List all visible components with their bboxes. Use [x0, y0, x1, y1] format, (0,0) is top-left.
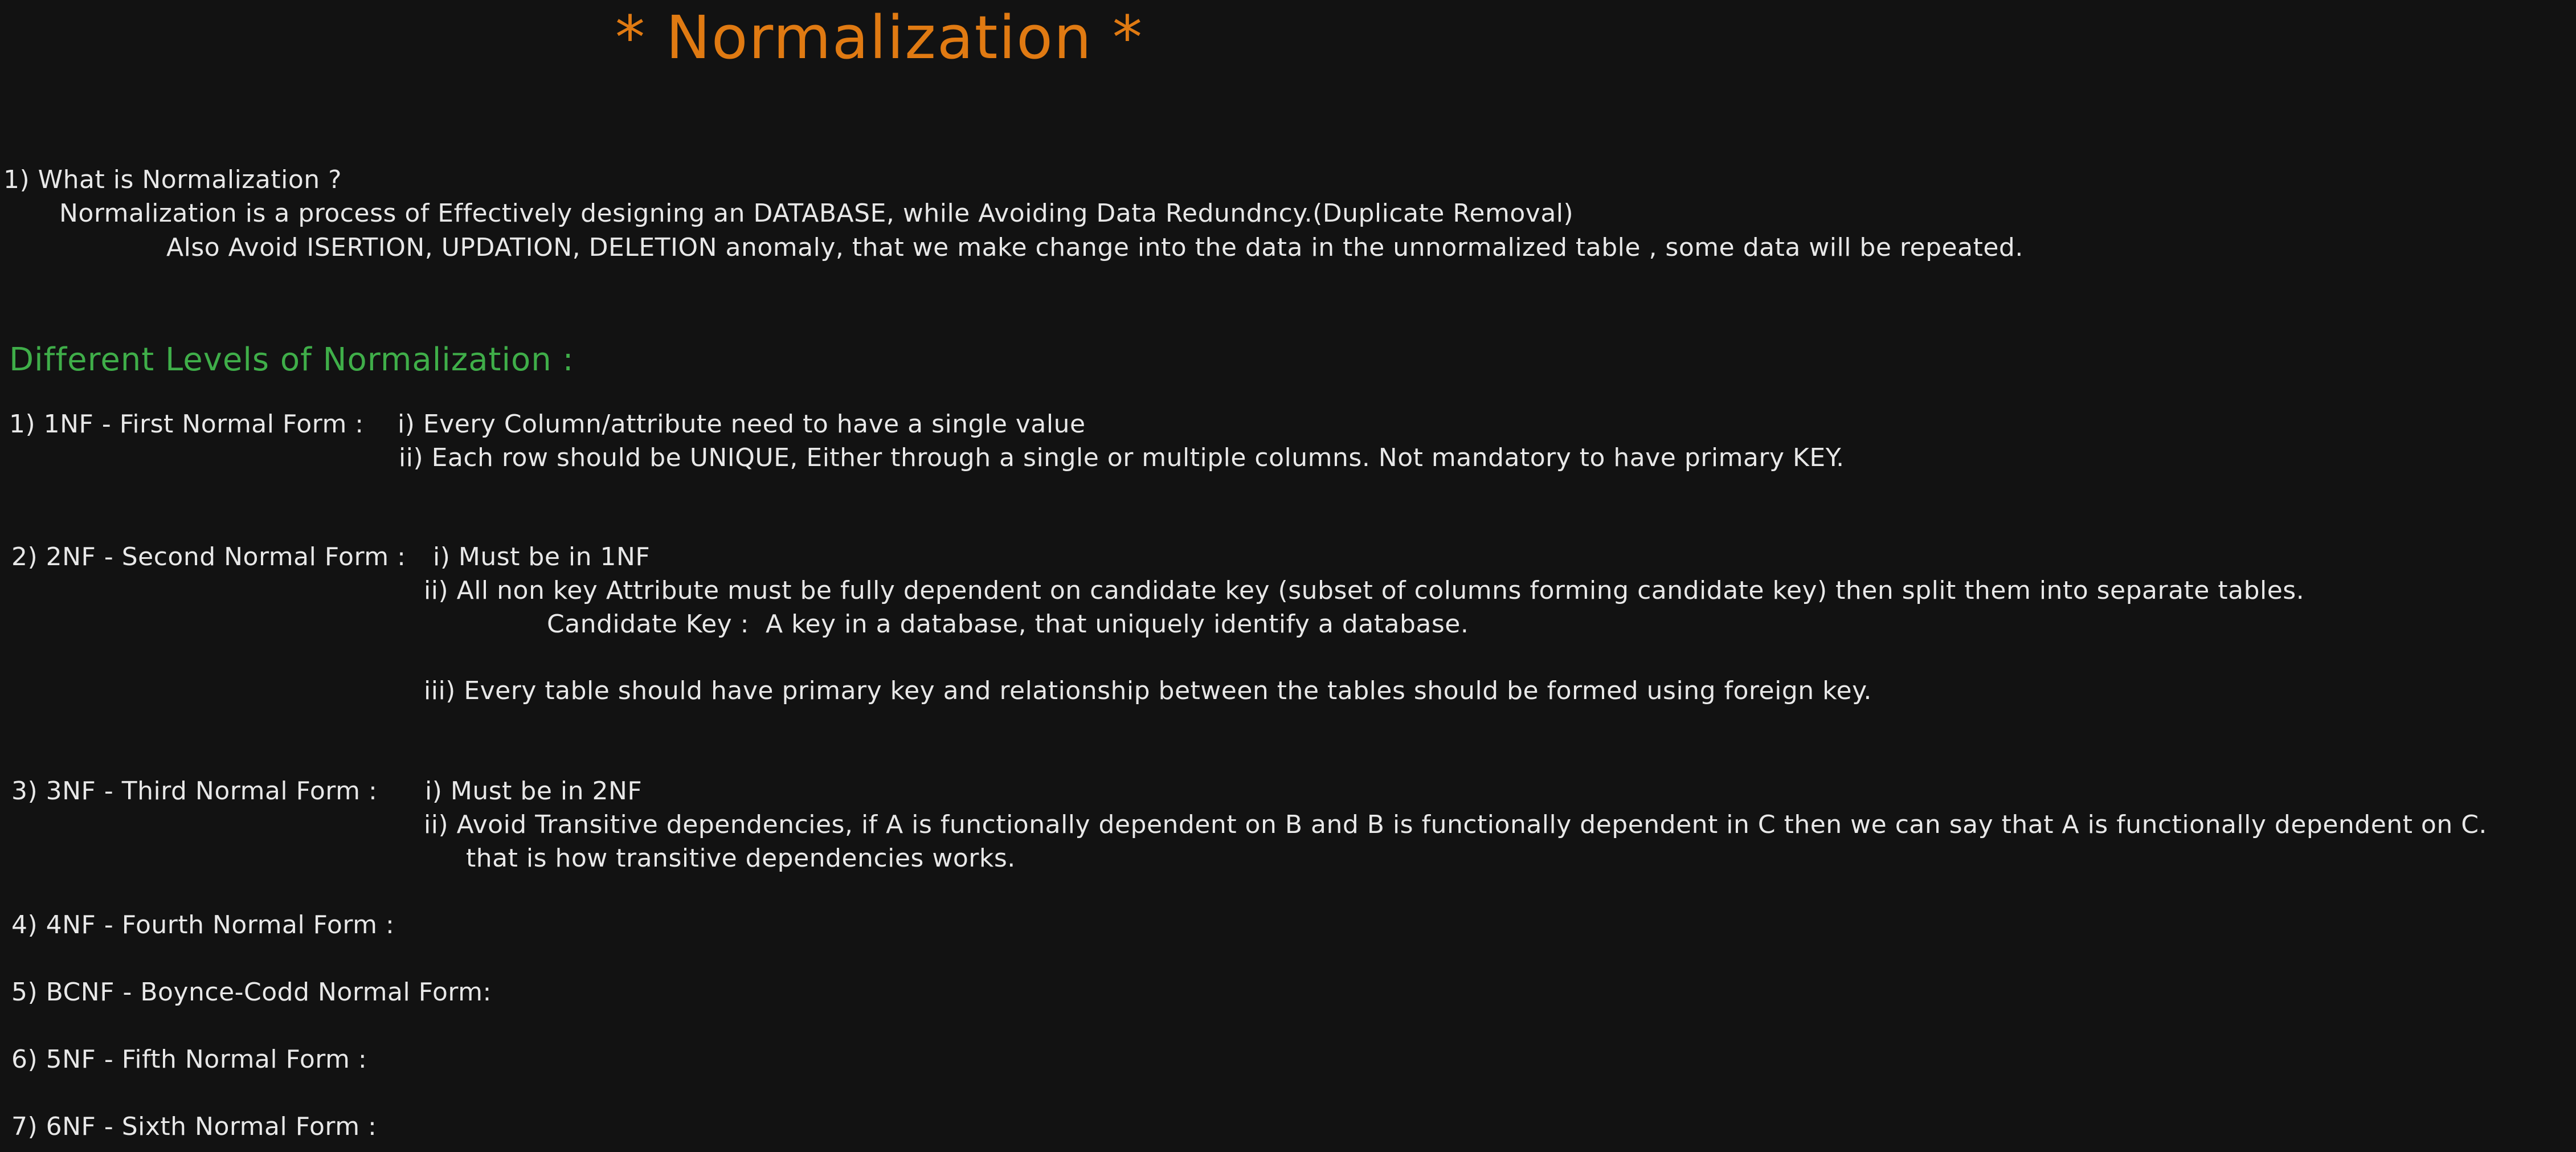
nf4-label: 4) 4NF - Fourth Normal Form : [11, 910, 395, 939]
intro-question: 1) What is Normalization ? [3, 165, 342, 194]
nf6-label: 7) 6NF - Sixth Normal Form : [11, 1112, 377, 1141]
nf3-rule-1: i) Must be in 2NF [425, 777, 643, 806]
nf2-rule-3: iii) Every table should have primary key… [424, 676, 1872, 705]
nf1-rule-1: i) Every Column/attribute need to have a… [398, 410, 1086, 439]
levels-heading: Different Levels of Normalization : [9, 341, 574, 378]
whiteboard-canvas[interactable]: * Normalization * 1) What is Normalizati… [0, 0, 2576, 1152]
bcnf-label: 5) BCNF - Boynce-Codd Normal Form: [11, 978, 492, 1007]
nf2-rule-1: i) Must be in 1NF [433, 542, 651, 571]
nf1-rule-2: ii) Each row should be UNIQUE, Either th… [399, 443, 1845, 472]
intro-definition: Normalization is a process of Effectivel… [59, 199, 1574, 228]
nf3-rule-2-continued: that is how transitive dependencies work… [466, 844, 1016, 873]
nf3-rule-2: ii) Avoid Transitive dependencies, if A … [424, 810, 2487, 839]
nf1-label: 1) 1NF - First Normal Form : [9, 410, 364, 439]
nf2-rule-2: ii) All non key Attribute must be fully … [424, 576, 2305, 605]
intro-anomalies: Also Avoid ISERTION, UPDATION, DELETION … [166, 233, 2023, 262]
nf2-label: 2) 2NF - Second Normal Form : [11, 542, 406, 571]
page-title: * Normalization * [615, 3, 1143, 72]
nf3-label: 3) 3NF - Third Normal Form : [11, 777, 378, 806]
nf5-label: 6) 5NF - Fifth Normal Form : [11, 1045, 367, 1074]
nf2-candidate-key: Candidate Key : A key in a database, tha… [547, 610, 1469, 639]
